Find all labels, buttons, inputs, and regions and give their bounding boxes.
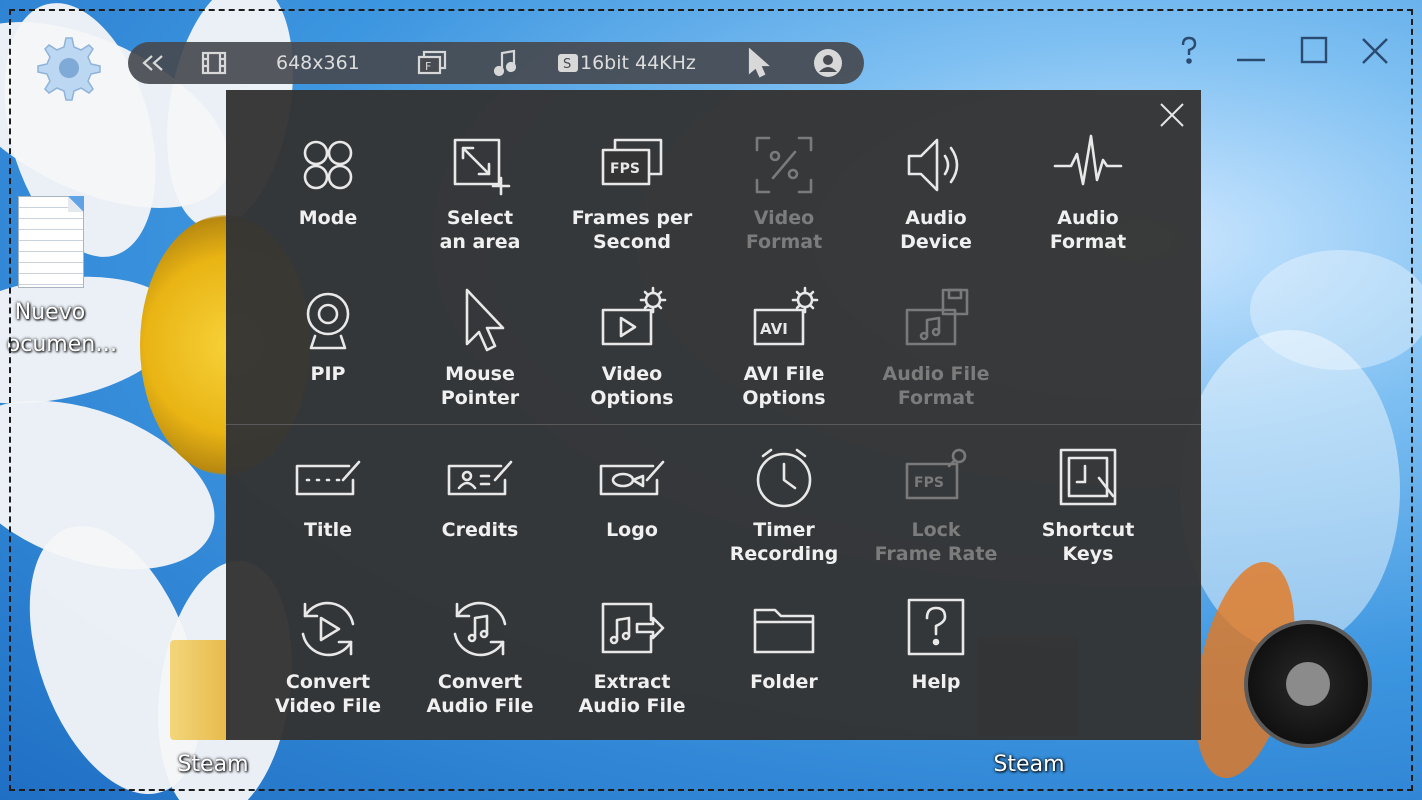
video-options-button[interactable]: Video Options — [556, 286, 708, 436]
text-document-icon[interactable] — [18, 196, 84, 288]
fps-label: Frames per Second — [571, 207, 693, 253]
audio-file-format-label: Audio File Format — [882, 363, 990, 409]
shortcut-keys-button[interactable]: Shortcut Keys — [1012, 442, 1164, 592]
avi-icon: AVI — [749, 286, 819, 356]
settings-panel: Mode Select an area FPS Frames per Secon… — [226, 90, 1201, 740]
desktop-label: Steam — [177, 752, 249, 777]
video-format-button[interactable]: Video Format — [708, 130, 860, 280]
convert-audio-button[interactable]: Convert Audio File — [404, 594, 556, 744]
minimize-button[interactable] — [1234, 34, 1268, 68]
logo-button[interactable]: Logo — [556, 442, 708, 592]
extract-audio-label: Extract Audio File — [578, 671, 686, 717]
mouse-pointer-label: Mouse Pointer — [440, 363, 520, 409]
help-button[interactable] — [1172, 34, 1206, 68]
help-icon — [901, 594, 971, 664]
credits-icon — [445, 442, 515, 512]
audio-format-text: 16bit 44KHz — [580, 52, 696, 74]
lock-fps-icon: FPS — [901, 442, 971, 512]
timer-recording-label: Timer Recording — [729, 519, 839, 565]
title-label: Title — [304, 519, 352, 541]
lock-frame-rate-label: Lock Frame Rate — [874, 519, 998, 565]
svg-text:FPS: FPS — [610, 161, 640, 177]
music-note-icon[interactable] — [492, 42, 518, 84]
audio-device-label: Audio Device — [900, 207, 972, 253]
svg-text:AVI: AVI — [760, 320, 788, 338]
audio-format-label: Audio Format — [1049, 207, 1127, 253]
pip-label: PIP — [310, 363, 346, 385]
audio-file-format-button[interactable]: Audio File Format — [860, 286, 1012, 436]
help-panel-button[interactable]: Help — [860, 594, 1012, 744]
help-label: Help — [911, 671, 961, 693]
extract-audio-button[interactable]: Extract Audio File — [556, 594, 708, 744]
fps-icon: FPS — [597, 130, 667, 200]
mode-button[interactable]: Mode — [252, 130, 404, 280]
audio-device-button[interactable]: Audio Device — [860, 130, 1012, 280]
convert-audio-icon — [445, 594, 515, 664]
convert-video-button[interactable]: Convert Video File — [252, 594, 404, 744]
cursor-icon[interactable] — [746, 42, 770, 84]
recorder-toolbar: 648x361 F S 16bit 44KHz — [128, 42, 864, 84]
avi-options-label: AVI File Options — [742, 363, 826, 409]
convert-video-label: Convert Video File — [275, 671, 381, 717]
audio-file-format-icon — [901, 286, 971, 356]
maximize-button[interactable] — [1298, 34, 1332, 68]
record-dot-icon — [1286, 662, 1330, 706]
collapse-chevrons-icon[interactable] — [140, 42, 166, 84]
logo-label: Logo — [606, 519, 658, 541]
film-strip-icon[interactable] — [200, 42, 228, 84]
avi-options-button[interactable]: AVI AVI File Options — [708, 286, 860, 436]
select-area-button[interactable]: Select an area — [404, 130, 556, 280]
convert-video-icon — [293, 594, 363, 664]
webcam-icon — [293, 286, 363, 356]
desktop-label: Steam — [993, 752, 1065, 777]
svg-text:F: F — [425, 60, 431, 73]
svg-text:S: S — [563, 57, 571, 72]
close-window-button[interactable] — [1358, 34, 1392, 68]
lock-frame-rate-button[interactable]: FPS Lock Frame Rate — [860, 442, 1012, 592]
resolution-readout[interactable]: 648x361 — [276, 42, 360, 84]
waveform-icon — [1053, 130, 1123, 200]
fps-format-icon[interactable]: F — [416, 42, 448, 84]
select-area-icon — [445, 130, 515, 200]
desktop-label: ocumen… — [6, 332, 118, 357]
extract-audio-icon — [597, 594, 667, 664]
folder-button[interactable]: Folder — [708, 594, 860, 744]
shortcut-keys-label: Shortcut Keys — [1041, 519, 1135, 565]
record-button[interactable] — [1244, 620, 1372, 748]
mode-icon — [293, 130, 363, 200]
shortcut-icon — [1053, 442, 1123, 512]
audio-format-button[interactable]: Audio Format — [1012, 130, 1164, 280]
speaker-icon — [901, 130, 971, 200]
credits-button[interactable]: Credits — [404, 442, 556, 592]
svg-text:FPS: FPS — [914, 475, 944, 491]
audio-format-readout[interactable]: S 16bit 44KHz — [556, 42, 696, 84]
folder-label: Folder — [750, 671, 818, 693]
title-icon — [293, 442, 363, 512]
fps-button[interactable]: FPS Frames per Second — [556, 130, 708, 280]
select-area-label: Select an area — [439, 207, 521, 253]
video-options-icon — [597, 286, 667, 356]
settings-gear-icon[interactable] — [30, 32, 102, 104]
folder-icon — [749, 594, 819, 664]
title-button[interactable]: Title — [252, 442, 404, 592]
desktop-label: Nuevo — [14, 300, 86, 325]
video-format-label: Video Format — [745, 207, 823, 253]
mouse-pointer-button[interactable]: Mouse Pointer — [404, 286, 556, 436]
mode-label: Mode — [298, 207, 358, 229]
pointer-icon — [445, 286, 515, 356]
pip-button[interactable]: PIP — [252, 286, 404, 436]
credits-label: Credits — [441, 519, 519, 541]
webcam-user-icon[interactable] — [812, 42, 844, 84]
logo-icon — [597, 442, 667, 512]
clock-icon — [749, 442, 819, 512]
timer-recording-button[interactable]: Timer Recording — [708, 442, 860, 592]
panel-close-icon[interactable] — [1157, 100, 1187, 130]
folder-desktop-icon[interactable] — [170, 640, 230, 740]
video-options-label: Video Options — [590, 363, 674, 409]
convert-audio-label: Convert Audio File — [426, 671, 534, 717]
video-format-icon — [749, 130, 819, 200]
